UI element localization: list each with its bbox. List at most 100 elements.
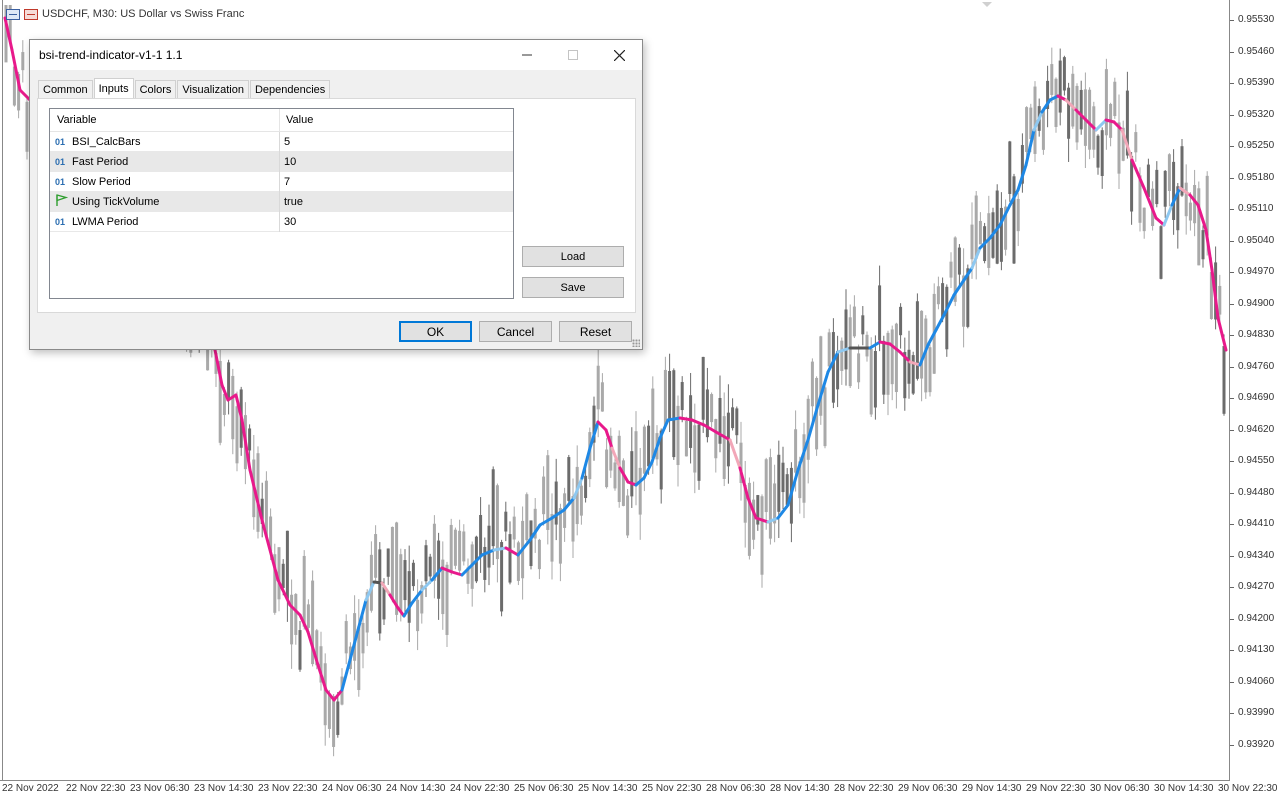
candle-body <box>668 371 672 421</box>
candle-body <box>248 428 252 451</box>
table-row[interactable]: 01 BSI_CalcBars 5 <box>50 131 513 152</box>
candle-body <box>651 388 655 459</box>
price-axis-label: 0.94060 <box>1238 675 1275 687</box>
price-axis-tick <box>1230 240 1234 242</box>
column-header-variable[interactable]: Variable <box>50 109 280 131</box>
candle-body <box>663 369 667 426</box>
time-axis-label: 24 Nov 22:30 <box>450 783 510 794</box>
price-axis-tick <box>1230 461 1234 462</box>
scroll-marker-icon[interactable] <box>982 2 992 7</box>
candle-body <box>957 247 961 275</box>
minimize-icon <box>522 54 532 56</box>
value-cell[interactable]: 5 <box>280 136 290 148</box>
candle-body <box>1050 64 1054 95</box>
price-axis-tick <box>1230 209 1234 210</box>
price-axis-label: 0.94410 <box>1238 518 1275 529</box>
variable-cell: 01 Fast Period <box>50 151 280 172</box>
candle-body <box>231 375 235 440</box>
candle-body <box>1134 132 1138 153</box>
tab-inputs[interactable]: Inputs <box>93 78 134 98</box>
trend-line-segment <box>690 418 706 427</box>
candle-body <box>865 334 869 357</box>
candle-body <box>936 286 940 305</box>
candle-body <box>571 496 575 542</box>
price-axis-label: 0.95180 <box>1238 171 1275 183</box>
candle-body <box>332 695 336 747</box>
candle-body <box>1079 89 1083 130</box>
price-axis-label: 0.95460 <box>1238 45 1275 57</box>
price-axis-label: 0.94760 <box>1238 360 1275 372</box>
time-axis-label: 25 Nov 06:30 <box>514 783 574 794</box>
candle-body <box>458 530 462 571</box>
chart-symbol-label: USDCHF, M30: US Dollar vs Swiss Franc <box>42 8 245 20</box>
candle-body <box>453 529 457 566</box>
table-row[interactable]: 01 Fast Period 10 <box>50 151 513 172</box>
candle-body <box>1184 182 1188 217</box>
time-axis-label: 24 Nov 06:30 <box>322 783 382 794</box>
candle-body <box>500 542 504 612</box>
price-axis-label: 0.95040 <box>1238 234 1275 246</box>
candle-body <box>512 516 516 540</box>
price-axis-tick <box>1230 492 1234 494</box>
candle-body <box>344 621 348 654</box>
time-axis-label: 30 Nov 22:30 <box>1218 783 1278 794</box>
tab-dependencies[interactable]: Dependencies <box>249 80 331 98</box>
candle-body <box>689 395 693 448</box>
trend-line-segment <box>1094 118 1108 132</box>
value-cell[interactable]: true <box>280 196 303 208</box>
trend-line-segment <box>1154 216 1166 227</box>
column-header-value[interactable]: Value <box>280 109 313 131</box>
candle-body <box>869 348 873 415</box>
maximize-icon <box>568 50 578 60</box>
candle-body <box>718 397 722 444</box>
candle-body <box>554 481 558 525</box>
candle-body <box>361 622 365 654</box>
candle-body <box>768 457 772 539</box>
minimize-button[interactable] <box>504 40 550 70</box>
price-axis-tick <box>1230 618 1234 620</box>
tab-common[interactable]: Common <box>38 80 93 98</box>
dialog-titlebar[interactable]: bsi-trend-indicator-v1-1 1.1 <box>30 40 642 70</box>
candle-body <box>537 539 541 570</box>
candle-body <box>21 52 25 71</box>
candle-body <box>806 398 810 460</box>
candle-body <box>823 387 827 447</box>
candle-body <box>1142 207 1146 232</box>
candle-body <box>1222 346 1226 414</box>
trend-line-segment <box>702 423 718 434</box>
resize-grip-icon[interactable] <box>632 339 640 347</box>
chart-window-icon[interactable] <box>6 8 20 20</box>
time-axis[interactable]: 22 Nov 2022 22 Nov 22:30 23 Nov 06:30 23 No… <box>0 780 1278 800</box>
value-cell[interactable]: 7 <box>280 176 290 188</box>
candle-body <box>672 370 676 458</box>
table-row[interactable]: Using TickVolume true <box>50 191 513 212</box>
table-row[interactable]: 01 Slow Period 7 <box>50 171 513 192</box>
cancel-button[interactable]: Cancel <box>479 321 552 342</box>
reset-button[interactable]: Reset <box>559 321 632 342</box>
candle-body <box>584 475 588 499</box>
candle-body <box>878 285 882 341</box>
price-axis-tick <box>1230 177 1234 179</box>
ok-button[interactable]: OK <box>399 321 472 342</box>
candle-body <box>424 545 428 582</box>
load-button[interactable]: Load <box>522 246 624 267</box>
close-button[interactable] <box>596 40 642 70</box>
candle-body <box>256 453 260 532</box>
price-axis-tick <box>1230 146 1234 147</box>
tab-visualization[interactable]: Visualization <box>177 80 249 98</box>
candle-body <box>294 594 298 635</box>
price-axis-label: 0.94270 <box>1238 581 1275 592</box>
price-axis-label: 0.95110 <box>1238 203 1274 214</box>
price-axis[interactable]: 0.95530 0.95460 0.95390 0.95320 0.95250 0.951… <box>1230 0 1280 780</box>
tab-colors[interactable]: Colors <box>134 80 177 98</box>
symbol-flag-icon <box>24 8 38 20</box>
close-icon <box>613 49 625 61</box>
value-cell[interactable]: 30 <box>280 216 296 228</box>
candle-body <box>899 306 903 336</box>
candle-body <box>1016 198 1020 232</box>
save-button[interactable]: Save <box>522 277 624 298</box>
value-cell[interactable]: 10 <box>280 156 296 168</box>
table-row[interactable]: 01 LWMA Period 30 <box>50 211 513 232</box>
candle-body <box>928 347 932 393</box>
variable-name: BSI_CalcBars <box>72 135 141 148</box>
